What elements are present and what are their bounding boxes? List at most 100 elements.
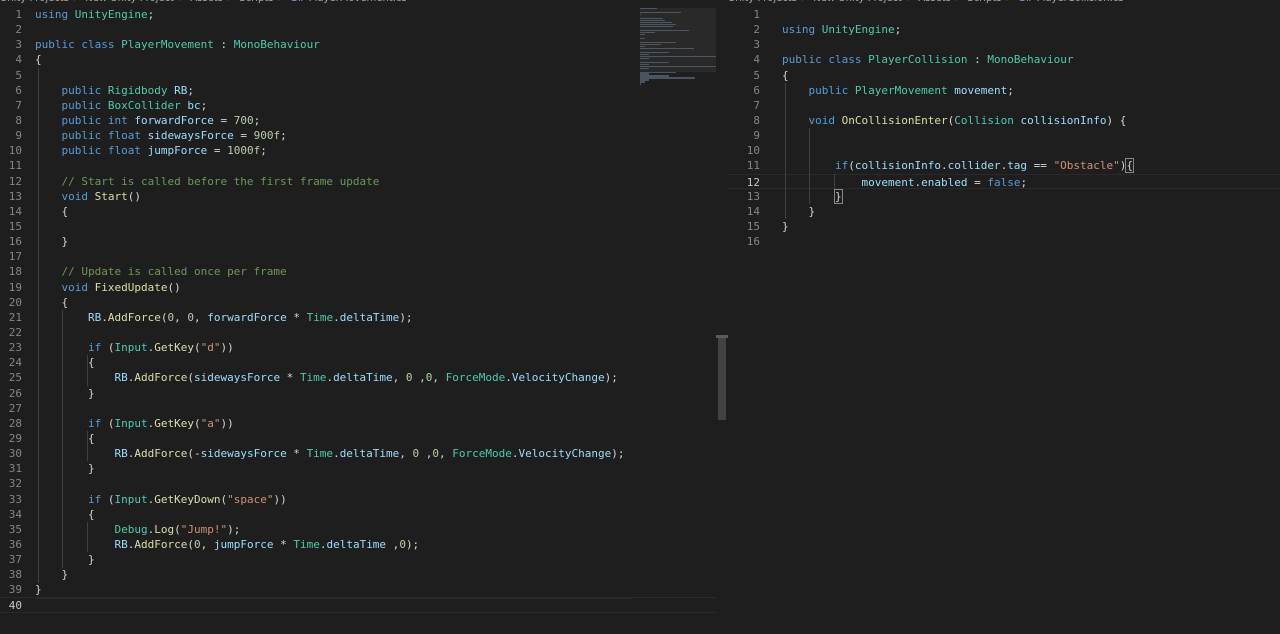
code-line[interactable]: 2: [0, 22, 716, 37]
breadcrumb-item[interactable]: PlayerMovement.cs: [309, 0, 407, 4]
code-token: "space": [227, 492, 274, 506]
left-editor-pane[interactable]: Unity Projects > New Unity Project > Assets >…: [0, 0, 716, 634]
code-token: );: [405, 537, 420, 551]
code-line[interactable]: 11: [0, 158, 716, 173]
code-line[interactable]: 23 if (Input.GetKey("d")): [0, 340, 716, 355]
code-line[interactable]: 12 movement.enabled = false;: [728, 173, 1280, 189]
code-token: movement: [954, 83, 1008, 97]
code-line[interactable]: 4{: [0, 52, 716, 67]
breadcrumb-item[interactable]: PlayerCollision.cs: [1037, 0, 1124, 4]
code-line[interactable]: 1: [728, 7, 1280, 22]
breadcrumb-item[interactable]: Unity Projects: [0, 0, 69, 4]
code-line[interactable]: 12 // Start is called before the first f…: [0, 174, 716, 189]
code-line[interactable]: 29 {: [0, 431, 716, 446]
code-token: 900f: [253, 129, 281, 143]
line-text: if (Input.GetKey("a")): [35, 416, 234, 431]
breadcrumb-item[interactable]: Scripts: [967, 0, 1001, 4]
minimap[interactable]: [640, 8, 716, 85]
code-line[interactable]: 3: [728, 37, 1280, 52]
line-number: 1: [15, 8, 22, 21]
code-token: =: [967, 175, 988, 189]
code-line[interactable]: 38 }: [0, 567, 716, 582]
code-line[interactable]: 5: [0, 68, 716, 83]
code-line[interactable]: 14 }: [728, 204, 1280, 219]
line-number: 10: [746, 144, 760, 158]
code-line[interactable]: 2 using UnityEngine;: [728, 22, 1280, 37]
code-line[interactable]: 3 public class PlayerMovement : MonoBehav…: [0, 37, 716, 52]
code-line[interactable]: 25 RB.AddForce(sidewaysForce * Time.delt…: [0, 370, 716, 385]
code-token: =: [207, 144, 228, 158]
line-number: 36: [8, 537, 22, 551]
code-line[interactable]: 6 public Rigidbody RB;: [0, 83, 716, 98]
code-line[interactable]: 4 public class PlayerCollision : MonoBeha…: [728, 52, 1280, 67]
code-line[interactable]: 24 {: [0, 355, 716, 370]
breadcrumb-item[interactable]: Assets: [918, 0, 951, 4]
code-line[interactable]: 7: [728, 98, 1280, 113]
right-editor-pane[interactable]: Unity Projects > New Unity Project > Assets >…: [728, 0, 1280, 634]
breadcrumb-item[interactable]: Unity Projects: [728, 0, 797, 4]
code-line[interactable]: 19 void FixedUpdate(): [0, 280, 716, 295]
code-area[interactable]: 1 2 using UnityEngine; 3 4 public class Playe…: [728, 7, 1280, 249]
code-line[interactable]: 1 using UnityEngine;: [0, 7, 716, 22]
code-line[interactable]: 27: [0, 401, 716, 416]
code-line[interactable]: 9 public float sidewaysForce = 900f;: [0, 128, 716, 143]
line-text: {: [35, 52, 42, 67]
code-area[interactable]: 1 using UnityEngine; 2 3 public class Player…: [0, 7, 716, 613]
code-line[interactable]: 34 {: [0, 507, 716, 522]
code-line[interactable]: 20 {: [0, 295, 716, 310]
code-line[interactable]: 16: [728, 234, 1280, 249]
code-token: (: [193, 341, 201, 355]
breadcrumb-item[interactable]: New Unity Project: [85, 0, 174, 4]
code-line[interactable]: 18 // Update is called once per frame: [0, 264, 716, 279]
code-line[interactable]: 36 RB.AddForce(0, jumpForce * Time.delta…: [0, 537, 716, 552]
code-line[interactable]: 14 {: [0, 204, 716, 219]
code-line[interactable]: 11 if(collisionInfo.collider.tag == "Obs…: [728, 158, 1280, 174]
code-line[interactable]: 5{: [728, 68, 1280, 83]
code-line[interactable]: 21 RB.AddForce(0, 0, forwardForce * Time…: [0, 310, 716, 325]
line-text: }: [35, 386, 95, 401]
breadcrumb[interactable]: Unity Projects > New Unity Project > Assets >…: [728, 0, 1124, 5]
code-line[interactable]: 7 public BoxCollider bc;: [0, 98, 716, 113]
code-token: RB: [114, 447, 128, 461]
code-line[interactable]: 39}: [0, 582, 716, 597]
code-line[interactable]: 37 }: [0, 552, 716, 567]
code-line[interactable]: 16 }: [0, 234, 716, 249]
code-token: ;: [280, 129, 287, 143]
code-line[interactable]: 32: [0, 476, 716, 491]
breadcrumb[interactable]: Unity Projects > New Unity Project > Assets >…: [0, 0, 407, 5]
code-line[interactable]: 10: [728, 143, 1280, 158]
code-line[interactable]: 33 if (Input.GetKeyDown("space")): [0, 492, 716, 507]
code-line[interactable]: 6 public PlayerMovement movement;: [728, 83, 1280, 98]
code-line[interactable]: 13 void Start(): [0, 189, 716, 204]
code-line[interactable]: 8 void OnCollisionEnter(Collision collis…: [728, 113, 1280, 128]
code-line[interactable]: 31 }: [0, 461, 716, 476]
line-number: 30: [8, 447, 22, 461]
code-line[interactable]: 17: [0, 249, 716, 264]
code-line[interactable]: 40: [0, 597, 716, 613]
code-line[interactable]: 9: [728, 128, 1280, 143]
scrollbar-thumb[interactable]: [718, 335, 726, 420]
code-line[interactable]: 15: [0, 219, 716, 234]
breadcrumb-item[interactable]: Assets: [190, 0, 223, 4]
code-token: BoxCollider: [107, 98, 181, 112]
code-line[interactable]: 30 RB.AddForce(-sidewaysForce * Time.del…: [0, 446, 716, 461]
breadcrumb-item[interactable]: New Unity Project: [813, 0, 902, 4]
code-line[interactable]: 10 public float jumpForce = 1000f;: [0, 143, 716, 158]
code-line[interactable]: 28 if (Input.GetKey("a")): [0, 416, 716, 431]
code-token: :: [213, 38, 234, 52]
line-number: 34: [8, 507, 22, 521]
code-line[interactable]: 15}: [728, 219, 1280, 234]
vertical-scrollbar[interactable]: [716, 0, 728, 634]
code-line[interactable]: 8 public int forwardForce = 700;: [0, 113, 716, 128]
line-text: }: [35, 582, 42, 597]
code-line[interactable]: 13 }: [728, 188, 1280, 204]
code-line[interactable]: 35 Debug.Log("Jump!");: [0, 522, 716, 537]
breadcrumb-item[interactable]: Scripts: [239, 0, 273, 4]
code-token: )): [220, 416, 234, 430]
code-token: 1000f: [227, 144, 261, 158]
code-line[interactable]: 26 }: [0, 386, 716, 401]
code-line[interactable]: 22: [0, 325, 716, 340]
line-number: 23: [8, 341, 22, 355]
